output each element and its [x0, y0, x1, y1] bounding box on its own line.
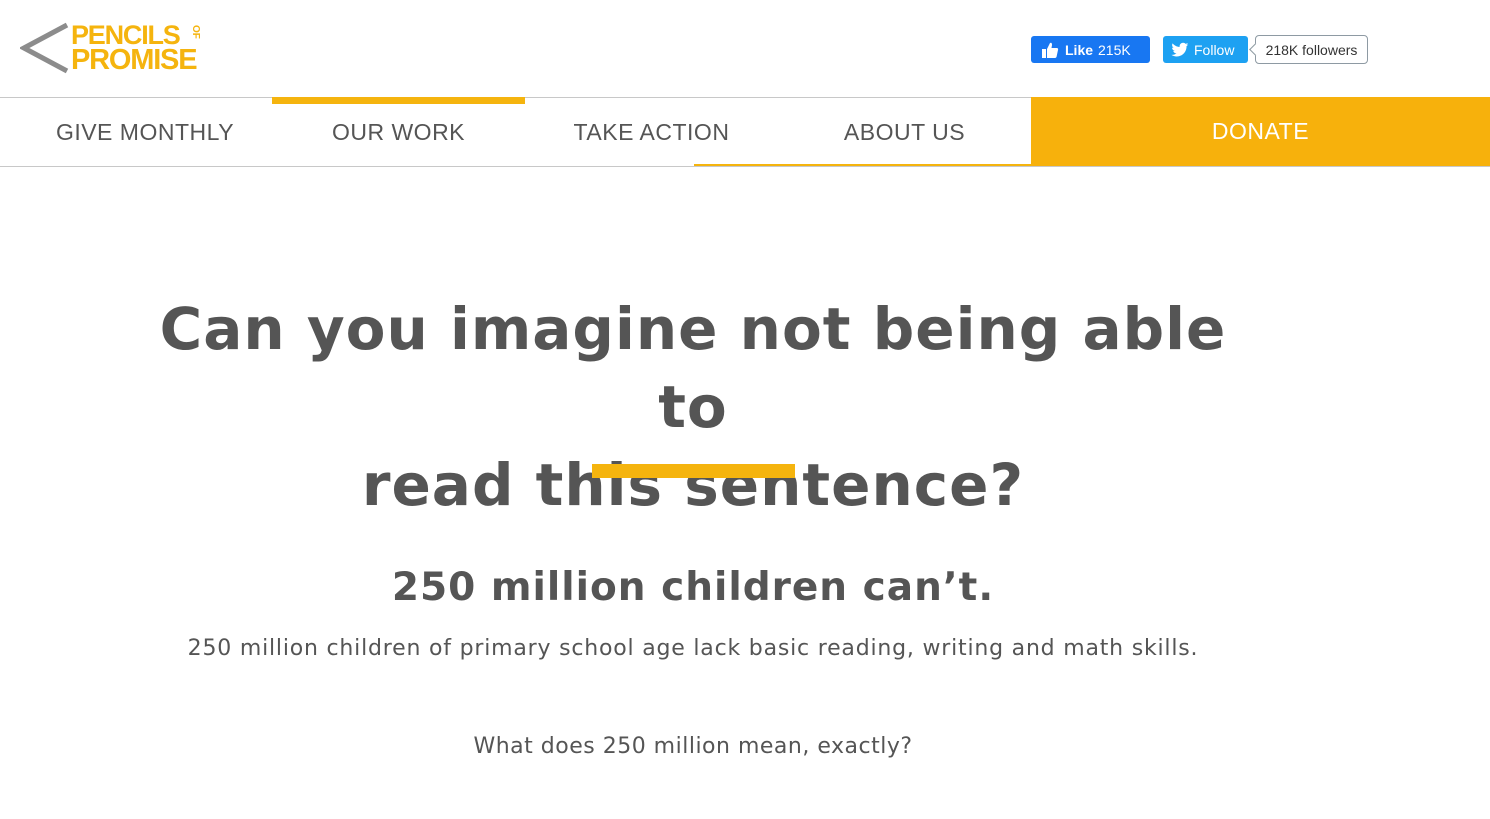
facebook-like-count: 215K	[1098, 41, 1131, 58]
donate-button[interactable]: DONATE	[1031, 97, 1490, 166]
back-chevron-icon	[20, 22, 69, 74]
headline-line-1: Can you imagine not being able to	[159, 295, 1227, 441]
logo-line-promise: PROMISE	[71, 44, 198, 76]
facebook-like-button[interactable]: Like 215K	[1031, 36, 1150, 63]
twitter-follow-label: Follow	[1194, 41, 1235, 58]
twitter-bird-icon	[1171, 42, 1189, 56]
main-navigation: GIVE MONTHLY OUR WORK TAKE ACTION ABOUT …	[0, 97, 1490, 167]
facebook-like-label: Like	[1065, 41, 1094, 58]
nav-item-about-us[interactable]: ABOUT US	[778, 98, 1031, 166]
statistic-description: 250 million children of primary school a…	[187, 636, 1199, 661]
site-header: PENCILS PROMISE OF Like 215K Follow 218K…	[0, 0, 1490, 97]
logo-of: OF	[190, 25, 201, 39]
nav-item-our-work[interactable]: OUR WORK	[272, 97, 525, 166]
question-text: What does 250 million mean, exactly?	[473, 734, 913, 759]
nav-hover-underline	[694, 164, 1031, 166]
statistic-heading: 250 million children can’t.	[391, 565, 995, 610]
headline-divider	[592, 464, 795, 478]
logo-wordmark: PENCILS PROMISE	[71, 22, 198, 76]
page-headline: Can you imagine not being able to read t…	[140, 290, 1246, 524]
nav-item-give-monthly[interactable]: GIVE MONTHLY	[18, 98, 272, 166]
twitter-follower-count[interactable]: 218K followers	[1255, 35, 1368, 64]
thumbs-up-icon	[1042, 42, 1059, 58]
headline-line-2: read this sentence?	[361, 451, 1025, 519]
twitter-follow-button[interactable]: Follow	[1163, 36, 1248, 63]
nav-item-take-action[interactable]: TAKE ACTION	[525, 98, 778, 166]
pencils-of-promise-logo[interactable]: PENCILS PROMISE OF	[20, 22, 210, 76]
